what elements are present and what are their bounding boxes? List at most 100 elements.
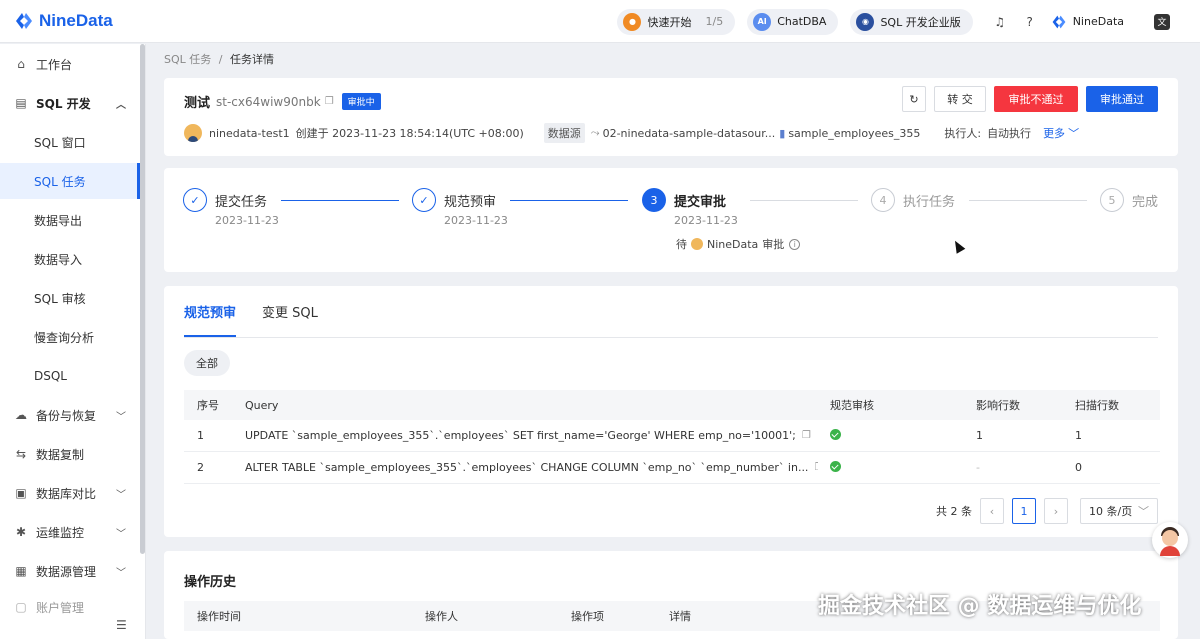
sidebar-item-label: 数据复制 xyxy=(36,447,85,462)
page-size-select[interactable]: 10 条/页 ﹀ xyxy=(1080,498,1158,524)
sidebar-scrollbar[interactable] xyxy=(140,44,145,554)
step-number: 5 xyxy=(1100,188,1124,212)
sidebar-item-monitoring[interactable]: ✱ 运维监控 ﹀ xyxy=(0,514,140,550)
datasource-icon: ▦ xyxy=(15,564,27,578)
avatar xyxy=(691,238,703,250)
database-icon: ▮ xyxy=(779,126,786,140)
sidebar-item-slow-query[interactable]: 慢查询分析 xyxy=(0,319,140,355)
rocket-icon: ● xyxy=(623,12,642,31)
sidebar-item-sql-review[interactable]: SQL 审核 xyxy=(0,280,140,316)
step-title: 提交任务 xyxy=(215,195,268,210)
refresh-icon: ↻ xyxy=(909,92,919,106)
col-header-detail: 详情 xyxy=(669,610,691,623)
row-check xyxy=(818,460,964,475)
collapse-sidebar-icon[interactable]: ☰ xyxy=(116,618,127,632)
status-badge: 审批中 xyxy=(341,93,381,110)
reject-button[interactable]: 审批不通过 xyxy=(994,86,1078,112)
chevron-up-icon: ︿ xyxy=(116,99,126,111)
step-title: 规范预审 xyxy=(444,195,497,210)
sidebar: ⌂ 工作台 ▤ SQL 开发 ︿ SQL 窗口 SQL 任务 数据导出 数据导入… xyxy=(0,44,146,639)
step-title: 执行任务 xyxy=(903,195,956,210)
step-connector xyxy=(281,200,399,201)
edition-button[interactable]: ◉ SQL 开发企业版 xyxy=(850,8,973,35)
approve-button[interactable]: 审批通过 xyxy=(1086,86,1158,112)
support-avatar-button[interactable] xyxy=(1152,522,1188,558)
chevron-down-icon: ﹀ xyxy=(116,489,126,501)
quickstart-button[interactable]: ● 快速开始 1/5 xyxy=(617,8,736,35)
review-card: 规范预审 变更 SQL 全部 序号 Query 规范审核 影响行数 扫描行数 1… xyxy=(164,286,1178,537)
copy-icon[interactable]: ❐ xyxy=(325,96,334,107)
row-scanned: 0 xyxy=(1075,461,1082,474)
sidebar-item-replication[interactable]: ⇆ 数据复制 xyxy=(0,436,140,472)
sidebar-item-data-export[interactable]: 数据导出 xyxy=(0,202,140,238)
chevron-left-icon: ‹ xyxy=(989,504,995,518)
col-header-check: 规范审核 xyxy=(830,399,874,412)
sidebar-item-label: SQL 审核 xyxy=(34,291,86,306)
more-link[interactable]: 更多 xyxy=(1043,125,1065,141)
copy-icon[interactable]: ❐ xyxy=(802,430,811,441)
chevron-down-icon: ﹀ xyxy=(116,528,126,540)
created-time: 创建于 2023-11-23 18:54:14(UTC +08:00) xyxy=(295,127,524,140)
ninedata-logo-icon xyxy=(16,13,32,29)
quickstart-label: 快速开始 xyxy=(647,15,692,29)
sidebar-item-label: SQL 窗口 xyxy=(34,135,86,150)
datasource-name[interactable]: 02-ninedata-sample-datasour... xyxy=(603,127,776,140)
filter-all[interactable]: 全部 xyxy=(184,350,230,376)
chevron-right-icon: › xyxy=(1053,504,1059,518)
executor-label: 执行人: xyxy=(944,127,982,140)
sidebar-item-label: 数据导出 xyxy=(34,213,83,228)
breadcrumb-separator: / xyxy=(218,53,223,66)
step-connector xyxy=(969,200,1087,201)
support-body xyxy=(1160,546,1180,556)
total-count: 共 2 条 xyxy=(936,505,972,518)
database-name[interactable]: sample_employees_355 xyxy=(788,127,920,140)
page-button[interactable]: 1 xyxy=(1012,498,1036,524)
app-logo[interactable]: NineData xyxy=(14,11,113,31)
breadcrumb-parent[interactable]: SQL 任务 xyxy=(164,53,211,66)
tab-change-sql[interactable]: 变更 SQL xyxy=(262,302,318,337)
next-page-button[interactable]: › xyxy=(1044,498,1068,524)
table-row[interactable]: 2 ALTER TABLE `sample_employees_355`.`em… xyxy=(184,452,1160,484)
sidebar-item-sql-window[interactable]: SQL 窗口 xyxy=(0,124,140,160)
breadcrumb: SQL 任务 / 任务详情 xyxy=(164,51,274,67)
refresh-button[interactable]: ↻ xyxy=(902,86,926,112)
table-row[interactable]: 1 UPDATE `sample_employees_355`.`employe… xyxy=(184,420,1160,452)
sidebar-item-label: SQL 任务 xyxy=(34,174,86,189)
language-icon[interactable]: 文 xyxy=(1154,13,1170,30)
chevron-down-icon: ﹀ xyxy=(116,567,126,579)
sidebar-item-sql-dev[interactable]: ▤ SQL 开发 ︿ xyxy=(0,85,140,121)
sidebar-item-label: 数据源管理 xyxy=(36,564,97,579)
tabs: 规范预审 变更 SQL xyxy=(184,302,344,337)
prev-page-button[interactable]: ‹ xyxy=(980,498,1004,524)
chevron-down-icon[interactable]: ﹀ xyxy=(1068,125,1079,141)
col-header-no: 序号 xyxy=(197,399,219,412)
step-title: 提交审批 xyxy=(674,195,727,210)
table-header: 序号 Query 规范审核 影响行数 扫描行数 xyxy=(184,390,1160,420)
help-icon[interactable]: ? xyxy=(1023,15,1037,29)
user-menu[interactable]: NineData xyxy=(1051,14,1124,30)
waiting-prefix: 待 xyxy=(676,238,687,251)
compare-icon: ▣ xyxy=(15,486,27,500)
sidebar-item-db-compare[interactable]: ▣ 数据库对比 ﹀ xyxy=(0,475,140,511)
tab-precheck[interactable]: 规范预审 xyxy=(184,302,237,337)
replication-icon: ⇆ xyxy=(15,447,27,461)
sidebar-item-workbench[interactable]: ⌂ 工作台 xyxy=(0,46,140,82)
sidebar-item-data-import[interactable]: 数据导入 xyxy=(0,241,140,277)
ninedata-logo-icon xyxy=(1052,15,1066,28)
steps-card: ✓ 提交任务 2023-11-23 ✓ 规范预审 2023-11-23 3 提交… xyxy=(164,168,1178,272)
sidebar-item-backup[interactable]: ☁ 备份与恢复 ﹀ xyxy=(0,397,140,433)
col-header-scanned: 扫描行数 xyxy=(1075,399,1119,412)
info-icon[interactable]: i xyxy=(789,238,801,250)
sidebar-item-datasource[interactable]: ▦ 数据源管理 ﹀ xyxy=(0,553,140,589)
watermark: 掘金技术社区 @ 数据运维与优化 xyxy=(818,594,1142,619)
sidebar-item-sql-task[interactable]: SQL 任务 xyxy=(0,163,140,199)
row-no: 1 xyxy=(197,429,204,442)
pagination: 共 2 条 ‹ 1 › 10 条/页 ﹀ xyxy=(936,498,1158,524)
bell-icon[interactable]: ♫ xyxy=(993,15,1007,29)
chatdba-button[interactable]: AI ChatDBA xyxy=(747,8,839,35)
sidebar-item-dsql[interactable]: DSQL xyxy=(0,358,140,394)
waiting-who: NineData xyxy=(707,237,759,251)
row-check xyxy=(818,428,964,443)
transfer-button[interactable]: 转 交 xyxy=(934,86,986,112)
account-icon: ▢ xyxy=(15,600,27,614)
